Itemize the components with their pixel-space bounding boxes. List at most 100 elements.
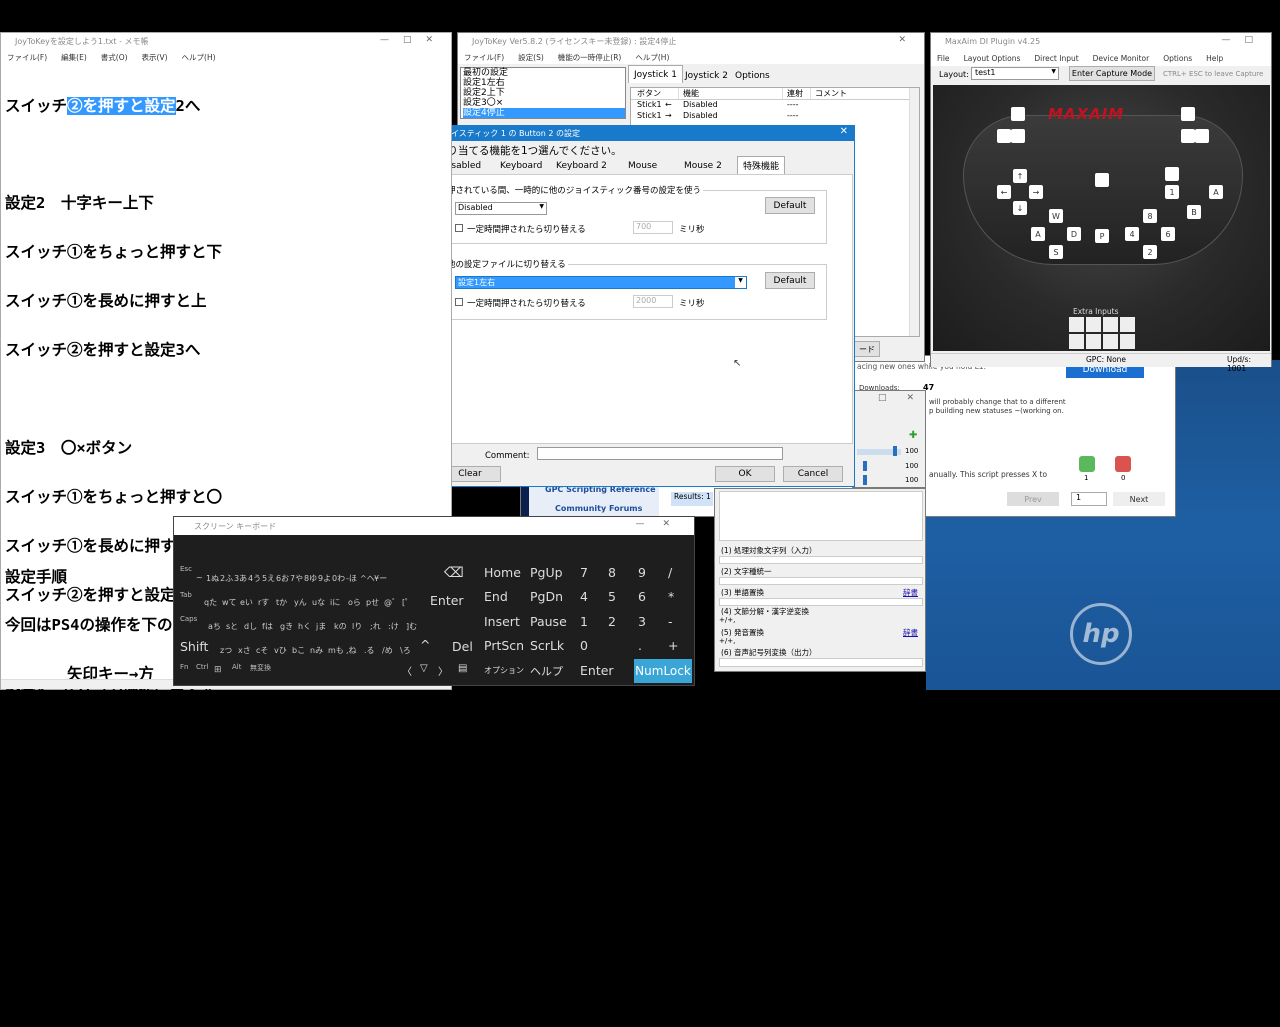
num-6[interactable]: 6 <box>638 589 646 604</box>
left-stick-a[interactable]: A <box>1031 227 1045 241</box>
num-7[interactable]: 7 <box>580 565 588 580</box>
maxaim-menu-help[interactable]: Help <box>1206 54 1223 63</box>
left-stick-d[interactable]: D <box>1067 227 1081 241</box>
key[interactable]: eい <box>240 597 258 608</box>
key[interactable]: dし <box>244 621 262 632</box>
table-row[interactable]: Stick1 → Disabled ---- <box>631 111 919 122</box>
slider-thumb-1[interactable] <box>893 446 897 456</box>
notepad-menu-view[interactable]: 表示(V) <box>142 52 168 63</box>
col-rapid[interactable]: 連射 <box>783 88 811 99</box>
key[interactable]: aち <box>208 621 226 632</box>
config-item-selected[interactable]: 設定4停止 <box>463 108 625 118</box>
partial-button[interactable]: ード <box>854 341 880 357</box>
cross-button-b[interactable]: B <box>1187 205 1201 219</box>
key[interactable]: 3あ <box>234 573 248 584</box>
thumbs-down-icon[interactable] <box>1115 456 1131 472</box>
key-ctrl[interactable]: Ctrl <box>196 663 208 671</box>
key-home[interactable]: Home <box>484 565 521 580</box>
backspace-icon[interactable]: ⌫ <box>444 565 464 581</box>
page-select[interactable]: 1 <box>1071 492 1107 506</box>
dictionary-link-1[interactable]: 辞書 <box>903 587 918 598</box>
key[interactable]: 2ふ <box>220 573 234 584</box>
prev-button[interactable]: Prev <box>1007 492 1059 506</box>
touchpad-button[interactable] <box>1095 173 1109 187</box>
arrow-up-icon[interactable]: ^ <box>420 637 430 652</box>
key[interactable]: sと <box>226 621 244 632</box>
key-help[interactable]: ヘルプ <box>530 663 563 679</box>
windows-icon[interactable]: ⊞ <box>214 665 222 675</box>
left-stick-s[interactable]: S <box>1049 245 1063 259</box>
num-9[interactable]: 9 <box>638 565 646 580</box>
num-minus[interactable]: - <box>668 614 673 629</box>
key[interactable]: oら <box>348 597 366 608</box>
key-fn[interactable]: Fn <box>180 663 188 671</box>
circle-button-1[interactable]: 1 <box>1165 185 1179 199</box>
joytokey-window-controls[interactable]: ✕ <box>898 35 920 45</box>
joytokey-menu-settings[interactable]: 設定(S) <box>518 52 544 63</box>
key[interactable]: 6お <box>276 573 290 584</box>
notepad-menu-help[interactable]: ヘルプ(H) <box>182 52 216 63</box>
key[interactable]: 7や <box>290 573 304 584</box>
key[interactable]: rす <box>258 597 276 608</box>
num-5[interactable]: 5 <box>608 589 616 604</box>
maxaim-menu-device-monitor[interactable]: Device Monitor <box>1093 54 1150 63</box>
extra-inputs-grid[interactable] <box>1069 317 1135 349</box>
notepad-menu-file[interactable]: ファイル(F) <box>7 52 47 63</box>
joytokey-menu-file[interactable]: ファイル(F) <box>464 52 504 63</box>
next-button[interactable]: Next <box>1113 492 1165 506</box>
config-item[interactable]: 最初の設定 <box>463 68 625 78</box>
num-0[interactable]: 0 <box>580 638 588 653</box>
table-scrollbar[interactable] <box>909 88 919 336</box>
right-stick-4[interactable]: 4 <box>1125 227 1139 241</box>
key[interactable]: bこ <box>292 645 310 656</box>
key[interactable]: mも <box>328 645 346 656</box>
key-numlock[interactable]: NumLock <box>634 659 692 683</box>
tab-keyboard[interactable]: Keyboard <box>495 157 547 175</box>
r2-button[interactable] <box>1181 107 1195 121</box>
tab-mouse[interactable]: Mouse <box>623 157 662 175</box>
triangle-button[interactable] <box>1165 167 1179 181</box>
key[interactable]: qた <box>204 597 222 608</box>
slider-thumb-3[interactable] <box>863 475 867 485</box>
timed-switch-ms-2[interactable]: 2000 <box>633 295 673 308</box>
config-item[interactable]: 設定2上下 <box>463 88 625 98</box>
key[interactable]: pせ <box>366 597 384 608</box>
num-4[interactable]: 4 <box>580 589 588 604</box>
key[interactable]: ~ <box>196 573 206 584</box>
key[interactable]: iに <box>330 597 348 608</box>
dpad-right[interactable]: → <box>1029 185 1043 199</box>
l2-button[interactable] <box>1011 107 1025 121</box>
key[interactable]: wて <box>222 597 240 608</box>
num-divide[interactable]: / <box>668 565 672 580</box>
key[interactable]: 1ぬ <box>206 573 220 584</box>
maxaim-window-controls[interactable]: —□ <box>1221 35 1267 45</box>
num-8[interactable]: 8 <box>608 565 616 580</box>
options-button[interactable] <box>1195 129 1209 143</box>
tab-joystick-1[interactable]: Joystick 1 <box>628 65 683 83</box>
menu-key-icon[interactable]: ▤ <box>458 663 467 674</box>
key-del[interactable]: Del <box>452 639 473 654</box>
temporary-joystick-select[interactable]: Disabled ▼ <box>455 202 547 215</box>
joytokey-menu-help[interactable]: ヘルプ(H) <box>635 52 669 63</box>
key-scrlk[interactable]: ScrLk <box>530 638 564 653</box>
timed-switch-checkbox-2[interactable] <box>455 298 463 306</box>
num-3[interactable]: 3 <box>638 614 646 629</box>
text-line[interactable]: スイッチ②を押すと設定2へ <box>5 96 449 115</box>
dictionary-link-2[interactable]: 辞書 <box>903 627 918 638</box>
key-pause[interactable]: Pause <box>530 614 567 629</box>
arrow-down-icon[interactable]: ▽ <box>420 663 428 674</box>
key-options[interactable]: オプション <box>484 665 524 676</box>
circle-button-a[interactable]: A <box>1209 185 1223 199</box>
key[interactable]: nみ <box>310 645 328 656</box>
key[interactable]: yん <box>294 597 312 608</box>
osk-row-1[interactable]: ~1ぬ 2ふ 3あ 4う 5え 6お 7や 8ゆ 9よ 0わ -ほ ^へ ¥ー <box>196 573 388 584</box>
l1-button[interactable] <box>1011 129 1025 143</box>
col-function[interactable]: 機能 <box>679 88 783 99</box>
key[interactable]: lり <box>352 621 370 632</box>
dpad-left[interactable]: ← <box>997 185 1011 199</box>
osk-window-controls[interactable]: —✕ <box>635 519 688 529</box>
dialog-close-icon[interactable]: ✕ <box>840 126 848 137</box>
key[interactable]: 5え <box>262 573 276 584</box>
tab-special-function[interactable]: 特殊機能 <box>737 156 786 174</box>
layout-select[interactable]: test1 ▼ <box>971 67 1059 80</box>
